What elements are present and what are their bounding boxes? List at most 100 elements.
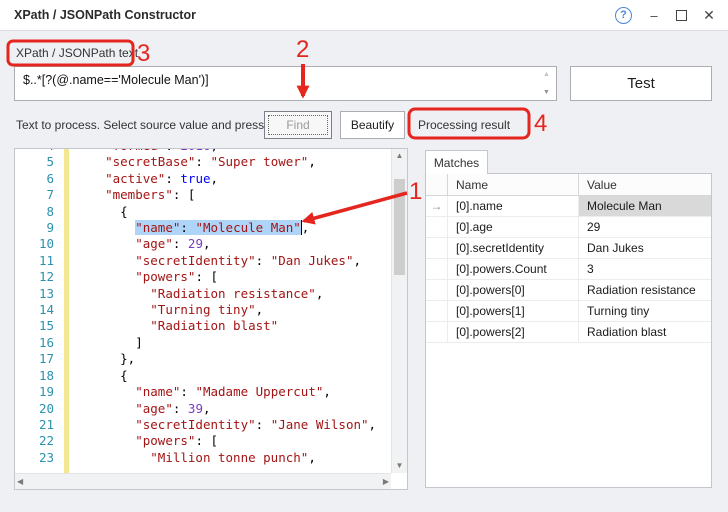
match-value-cell[interactable]: Radiation blast <box>579 322 711 342</box>
match-row[interactable]: [0].age29 <box>426 217 711 238</box>
code-line[interactable]: 16 ] <box>16 335 391 351</box>
row-indicator: → <box>426 196 448 216</box>
close-icon[interactable]: ✕ <box>702 7 716 24</box>
value-column-header[interactable]: Value <box>579 174 711 195</box>
match-value-cell[interactable]: Radiation resistance <box>579 280 711 300</box>
json-source-editor[interactable]: 4 "formed": 2016,5 "secretBase": "Super … <box>14 148 408 490</box>
match-name-cell[interactable]: [0].powers.Count <box>448 259 579 279</box>
match-value-cell[interactable]: Turning tiny <box>579 301 711 321</box>
annotation-number-4: 4 <box>534 110 547 138</box>
row-indicator-column-header <box>426 174 448 195</box>
match-name-cell[interactable]: [0].name <box>448 196 579 216</box>
spinner-up-icon[interactable]: ▲ <box>543 71 550 78</box>
code-line[interactable]: 15 "Radiation blast" <box>16 318 391 334</box>
scroll-right-icon[interactable]: ▶ <box>383 474 389 489</box>
match-name-cell[interactable]: [0].secretIdentity <box>448 238 579 258</box>
vertical-scroll-thumb[interactable] <box>394 179 405 275</box>
code-line[interactable]: 12 "powers": [ <box>16 269 391 285</box>
code-line[interactable]: 21 "secretIdentity": "Jane Wilson", <box>16 417 391 433</box>
query-label: XPath / JSONPath text <box>16 46 138 60</box>
match-row[interactable]: [0].powers.Count3 <box>426 259 711 280</box>
code-lines: 4 "formed": 2016,5 "secretBase": "Super … <box>16 149 391 466</box>
query-input-spinner[interactable]: ▲ ▼ <box>538 68 555 99</box>
line-number: 7 <box>16 187 62 203</box>
match-value-cell[interactable]: 3 <box>579 259 711 279</box>
code-line[interactable]: 13 "Radiation resistance", <box>16 286 391 302</box>
editor-horizontal-scrollbar[interactable]: ◀ ▶ <box>15 473 391 489</box>
name-column-header[interactable]: Name <box>448 174 579 195</box>
scroll-down-icon[interactable]: ▼ <box>392 459 407 473</box>
annotation-number-2: 2 <box>296 36 309 64</box>
line-number: 18 <box>16 368 62 384</box>
code-line[interactable]: 17 }, <box>16 351 391 367</box>
matches-body: →[0].nameMolecule Man[0].age29[0].secret… <box>426 196 711 343</box>
window-title: XPath / JSONPath Constructor <box>0 8 196 22</box>
code-line[interactable]: 20 "age": 39, <box>16 401 391 417</box>
code-viewport[interactable]: 4 "formed": 2016,5 "secretBase": "Super … <box>16 149 391 473</box>
code-line[interactable]: 5 "secretBase": "Super tower", <box>16 154 391 170</box>
scroll-up-icon[interactable]: ▲ <box>392 149 407 163</box>
line-number: 22 <box>16 433 62 449</box>
minimize-icon[interactable]: – <box>647 8 661 23</box>
matches-panel: Name Value →[0].nameMolecule Man[0].age2… <box>425 173 712 488</box>
match-row[interactable]: [0].powers[0]Radiation resistance <box>426 280 711 301</box>
find-button[interactable]: Find <box>264 111 332 139</box>
code-line[interactable]: 14 "Turning tiny", <box>16 302 391 318</box>
match-row[interactable]: →[0].nameMolecule Man <box>426 196 711 217</box>
matches-grid-header: Name Value <box>426 174 711 196</box>
query-input[interactable]: $..*[?(@.name=='Molecule Man')] <box>14 66 557 101</box>
line-number: 19 <box>16 384 62 400</box>
match-value-cell[interactable]: Dan Jukes <box>579 238 711 258</box>
line-number: 10 <box>16 236 62 252</box>
line-number: 15 <box>16 318 62 334</box>
editor-vertical-scrollbar[interactable]: ▲ ▼ <box>391 149 407 473</box>
match-name-cell[interactable]: [0].powers[2] <box>448 322 579 342</box>
match-row[interactable]: [0].powers[1]Turning tiny <box>426 301 711 322</box>
row-indicator <box>426 280 448 300</box>
row-indicator <box>426 217 448 237</box>
changed-lines-bar <box>64 149 69 473</box>
code-line[interactable]: 18 { <box>16 368 391 384</box>
line-number: 17 <box>16 351 62 367</box>
code-line[interactable]: 23 "Million tonne punch", <box>16 450 391 466</box>
beautify-button[interactable]: Beautify <box>340 111 405 139</box>
test-button[interactable]: Test <box>570 66 712 101</box>
code-line[interactable]: 22 "powers": [ <box>16 433 391 449</box>
row-indicator <box>426 301 448 321</box>
title-bar: XPath / JSONPath Constructor ? – ✕ <box>0 0 728 31</box>
processing-result-label: Processing result <box>418 118 510 132</box>
xpath-jsonpath-constructor-window: XPath / JSONPath Constructor ? – ✕ XPath… <box>0 0 728 512</box>
line-number: 16 <box>16 335 62 351</box>
help-icon[interactable]: ? <box>615 7 632 24</box>
line-number: 12 <box>16 269 62 285</box>
maximize-icon[interactable] <box>676 10 687 21</box>
spinner-down-icon[interactable]: ▼ <box>543 89 550 96</box>
instruction-text: Text to process. Select source value and… <box>16 118 264 132</box>
code-line[interactable]: 9 "name": "Molecule Man", <box>16 220 391 236</box>
code-line[interactable]: 8 { <box>16 204 391 220</box>
line-number: 11 <box>16 253 62 269</box>
line-number: 21 <box>16 417 62 433</box>
code-line[interactable]: 10 "age": 29, <box>16 236 391 252</box>
line-number: 23 <box>16 450 62 466</box>
scroll-left-icon[interactable]: ◀ <box>17 474 23 489</box>
code-line[interactable]: 11 "secretIdentity": "Dan Jukes", <box>16 253 391 269</box>
match-name-cell[interactable]: [0].age <box>448 217 579 237</box>
match-value-cell[interactable]: 29 <box>579 217 711 237</box>
code-line[interactable]: 7 "members": [ <box>16 187 391 203</box>
code-line[interactable]: 6 "active": true, <box>16 171 391 187</box>
line-number: 5 <box>16 154 62 170</box>
line-number: 8 <box>16 204 62 220</box>
line-number: 14 <box>16 302 62 318</box>
match-name-cell[interactable]: [0].powers[1] <box>448 301 579 321</box>
match-row[interactable]: [0].secretIdentityDan Jukes <box>426 238 711 259</box>
tab-matches[interactable]: Matches <box>425 150 488 174</box>
line-number: 9 <box>16 220 62 236</box>
match-value-cell[interactable]: Molecule Man <box>579 196 711 216</box>
code-line[interactable]: 19 "name": "Madame Uppercut", <box>16 384 391 400</box>
line-number: 20 <box>16 401 62 417</box>
match-row[interactable]: [0].powers[2]Radiation blast <box>426 322 711 343</box>
row-indicator <box>426 259 448 279</box>
match-name-cell[interactable]: [0].powers[0] <box>448 280 579 300</box>
row-indicator <box>426 238 448 258</box>
